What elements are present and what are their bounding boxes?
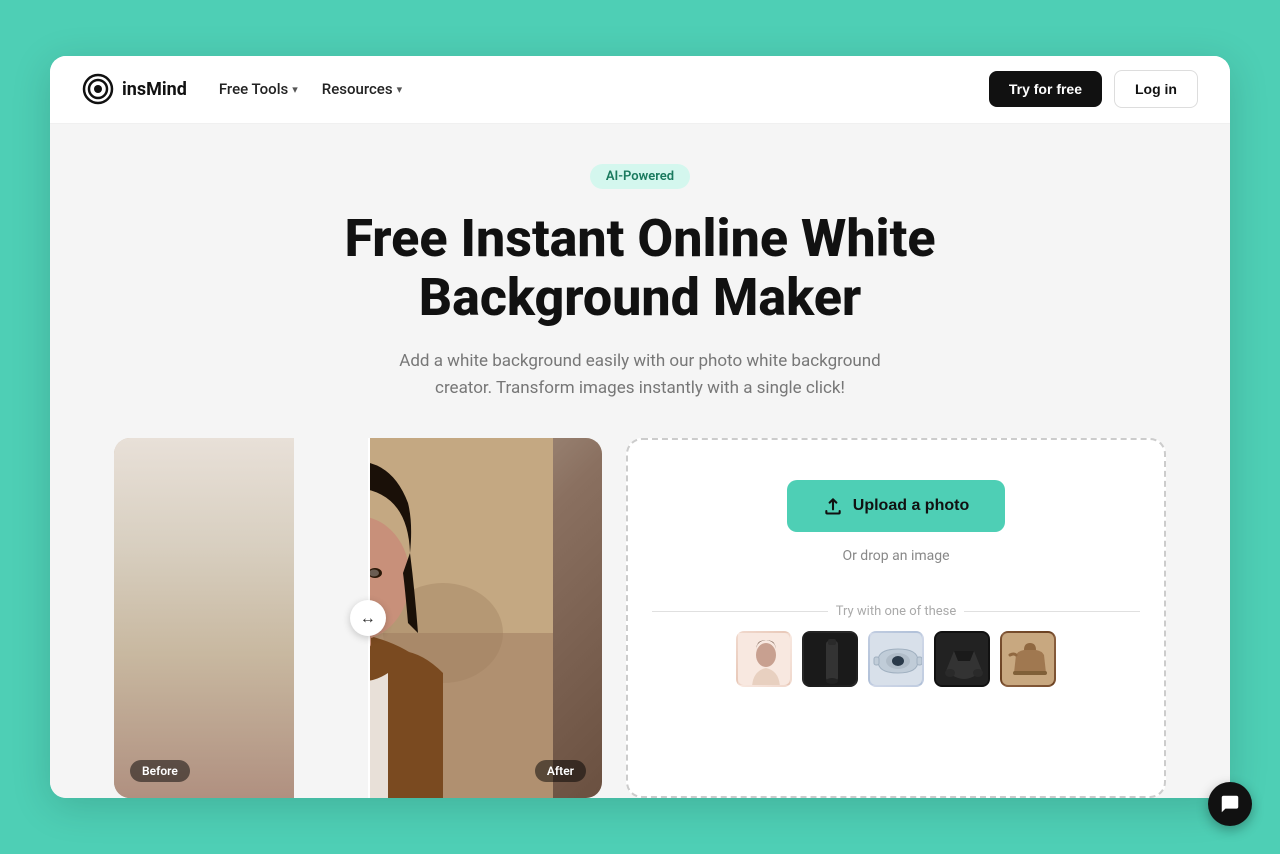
nav-links: Free Tools ▾ Resources ▾ — [219, 80, 402, 98]
hero-title: Free Instant Online White Background Mak… — [300, 209, 980, 329]
try-label: Try with one of these — [652, 604, 1140, 619]
chevron-down-icon: ▾ — [292, 83, 298, 96]
nav-right: Try for free Log in — [989, 70, 1198, 108]
nav-free-tools[interactable]: Free Tools ▾ — [219, 80, 298, 98]
ai-badge: AI-Powered — [590, 164, 690, 189]
sample-images — [652, 631, 1140, 687]
before-after-slider[interactable]: ↔ Before After — [114, 438, 602, 798]
slider-handle[interactable]: ↔ — [350, 600, 386, 636]
try-for-free-button[interactable]: Try for free — [989, 71, 1102, 107]
upload-photo-button[interactable]: Upload a photo — [787, 480, 1005, 532]
upload-panel: Upload a photo Or drop an image Try with… — [626, 438, 1166, 798]
chat-icon — [1219, 793, 1241, 815]
chevron-down-icon: ▾ — [397, 83, 403, 96]
login-button[interactable]: Log in — [1114, 70, 1198, 108]
chat-bubble-button[interactable] — [1208, 782, 1252, 826]
after-image — [114, 438, 368, 798]
navbar: insMind Free Tools ▾ Resources ▾ Try for… — [50, 56, 1230, 124]
drop-text: Or drop an image — [842, 548, 949, 564]
sample-thumb-2[interactable] — [802, 631, 858, 687]
sample-thumb-3[interactable] — [868, 631, 924, 687]
logo[interactable]: insMind — [82, 73, 187, 105]
logo-icon — [82, 73, 114, 105]
upload-button-label: Upload a photo — [853, 497, 969, 515]
before-label: Before — [130, 760, 190, 782]
sample-thumb-4[interactable] — [934, 631, 990, 687]
demo-area: ↔ Before After Upload a photo Or drop an… — [82, 438, 1198, 798]
try-section: Try with one of these — [652, 604, 1140, 687]
upload-icon — [823, 496, 843, 516]
hero-section: AI-Powered Free Instant Online White Bac… — [50, 124, 1230, 799]
browser-window: insMind Free Tools ▾ Resources ▾ Try for… — [50, 56, 1230, 799]
after-label: After — [535, 760, 586, 782]
hero-subtitle: Add a white background easily with our p… — [380, 348, 900, 402]
sample-thumb-5[interactable] — [1000, 631, 1056, 687]
sample-thumb-1[interactable] — [736, 631, 792, 687]
nav-left: insMind Free Tools ▾ Resources ▾ — [82, 73, 402, 105]
nav-resources[interactable]: Resources ▾ — [322, 80, 402, 98]
brand-name: insMind — [122, 79, 187, 100]
